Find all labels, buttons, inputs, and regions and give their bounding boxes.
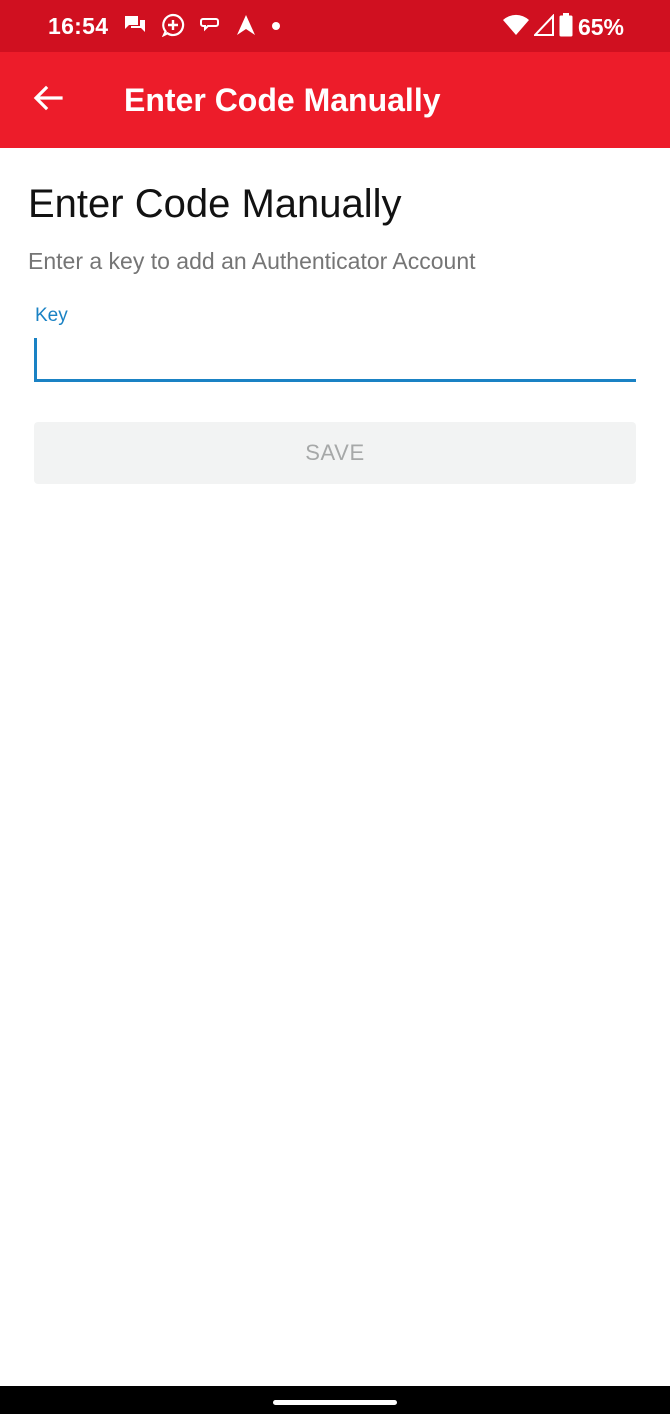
navigation-bar bbox=[0, 1386, 670, 1414]
signal-icon bbox=[532, 12, 554, 41]
back-button[interactable] bbox=[22, 74, 74, 126]
navigation-icon bbox=[235, 14, 257, 41]
app-bar-title: Enter Code Manually bbox=[124, 82, 441, 118]
loop-icon bbox=[199, 15, 221, 40]
page-title: Enter Code Manually bbox=[28, 182, 402, 226]
messenger-icon bbox=[161, 13, 185, 42]
battery-percent: 65% bbox=[577, 13, 624, 40]
notification-icons bbox=[123, 13, 295, 41]
battery-icon bbox=[559, 12, 573, 42]
key-field-label: Key bbox=[35, 305, 68, 326]
save-button[interactable]: SAVE bbox=[34, 422, 636, 484]
text-caret bbox=[34, 338, 37, 380]
chat-icon bbox=[123, 14, 147, 41]
system-icons: 65% bbox=[498, 12, 624, 42]
arrow-left-icon bbox=[33, 85, 63, 116]
wifi-icon bbox=[502, 14, 529, 41]
key-input[interactable] bbox=[34, 334, 636, 382]
app-bar: Enter Code Manually bbox=[0, 52, 670, 148]
status-time: 16:54 bbox=[48, 13, 109, 39]
dot-icon bbox=[271, 18, 281, 36]
home-gesture-handle[interactable] bbox=[273, 1400, 397, 1405]
page-subtitle: Enter a key to add an Authenticator Acco… bbox=[28, 248, 476, 274]
status-bar: 16:54 65% bbox=[0, 0, 670, 52]
